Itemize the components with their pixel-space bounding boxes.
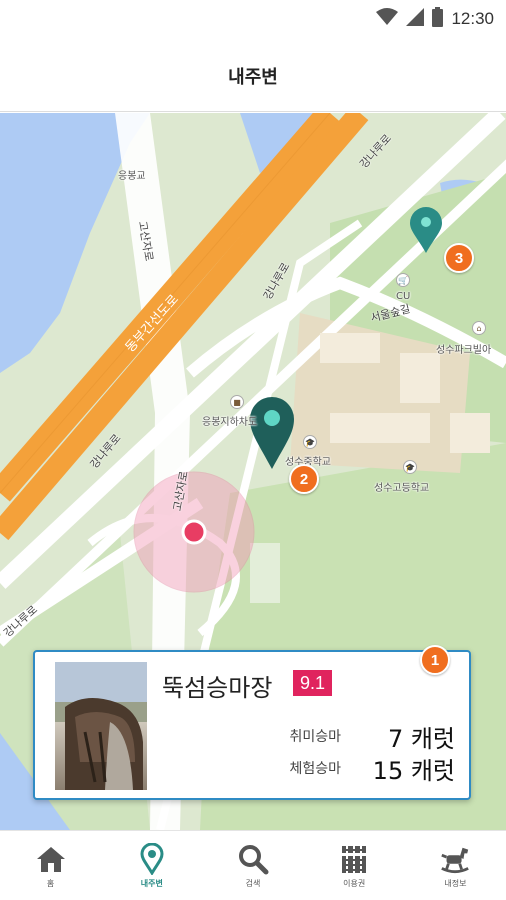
- rocking-horse-icon: [439, 843, 471, 875]
- school-icon: 🎓: [403, 460, 417, 474]
- nav-item-myinfo[interactable]: 내정보: [405, 831, 506, 900]
- page-title: 내주변: [228, 66, 278, 88]
- marker-badge-1[interactable]: 1: [420, 645, 450, 675]
- label-yongbonggyo: 응봉교: [118, 171, 146, 182]
- ticket-icon: [338, 843, 370, 875]
- nav-item-ticket[interactable]: 이용권: [304, 831, 405, 900]
- marker-badge-3[interactable]: 3: [444, 243, 474, 273]
- nav-label: 이용권: [343, 879, 366, 888]
- signal-icon: [406, 8, 425, 30]
- price-row: 체험승마 15 캐럿: [195, 754, 455, 785]
- app-header: 내주변: [0, 40, 506, 112]
- label-yongbong-underpass: 응봉지하차도: [202, 417, 258, 428]
- battery-icon: [432, 7, 444, 31]
- rating-badge: 9.1: [293, 670, 333, 696]
- label-seongsu-high: 성수고등학교: [374, 483, 430, 494]
- school-icon: 🎓: [303, 435, 317, 449]
- search-icon: [237, 843, 269, 875]
- place-photo: [55, 662, 147, 790]
- nav-item-search[interactable]: 검색: [202, 831, 303, 900]
- place-name: 뚝섬승마장: [162, 674, 273, 702]
- nav-item-home[interactable]: 홈: [0, 831, 101, 900]
- nav-label: 홈: [46, 879, 55, 888]
- status-icons: 12:30: [376, 7, 494, 31]
- price-label: 체험승마: [289, 761, 341, 777]
- underpass-icon: ■: [230, 395, 244, 409]
- nav-label: 검색: [245, 879, 261, 888]
- status-time: 12:30: [451, 9, 494, 28]
- home-icon: [35, 843, 67, 875]
- label-seongsu-parkview: 성수파크빌아: [436, 345, 492, 356]
- marker-badge-2[interactable]: 2: [289, 464, 319, 494]
- wifi-icon: [376, 8, 399, 30]
- price-value: 7 캐럿: [387, 724, 455, 753]
- status-bar: 12:30: [0, 0, 506, 40]
- nav-label: 내주변: [140, 879, 163, 888]
- location-pin-icon: [136, 843, 168, 875]
- price-value: 15 캐럿: [372, 756, 455, 785]
- nav-item-nearby[interactable]: 내주변: [101, 831, 202, 900]
- price-row: 취미승마 7 캐럿: [195, 722, 455, 753]
- bottom-nav: 홈 내주변 검색 이용권 내정보: [0, 830, 506, 900]
- nav-label: 내정보: [444, 879, 467, 888]
- place-info-card[interactable]: 뚝섬승마장 9.1 취미승마 7 캐럿 체험승마 15 캐럿: [33, 650, 471, 800]
- label-cu: CU: [396, 291, 411, 302]
- store-icon: 🛒: [396, 273, 410, 287]
- price-label: 취미승마: [289, 729, 341, 745]
- house-icon: ⌂: [472, 321, 486, 335]
